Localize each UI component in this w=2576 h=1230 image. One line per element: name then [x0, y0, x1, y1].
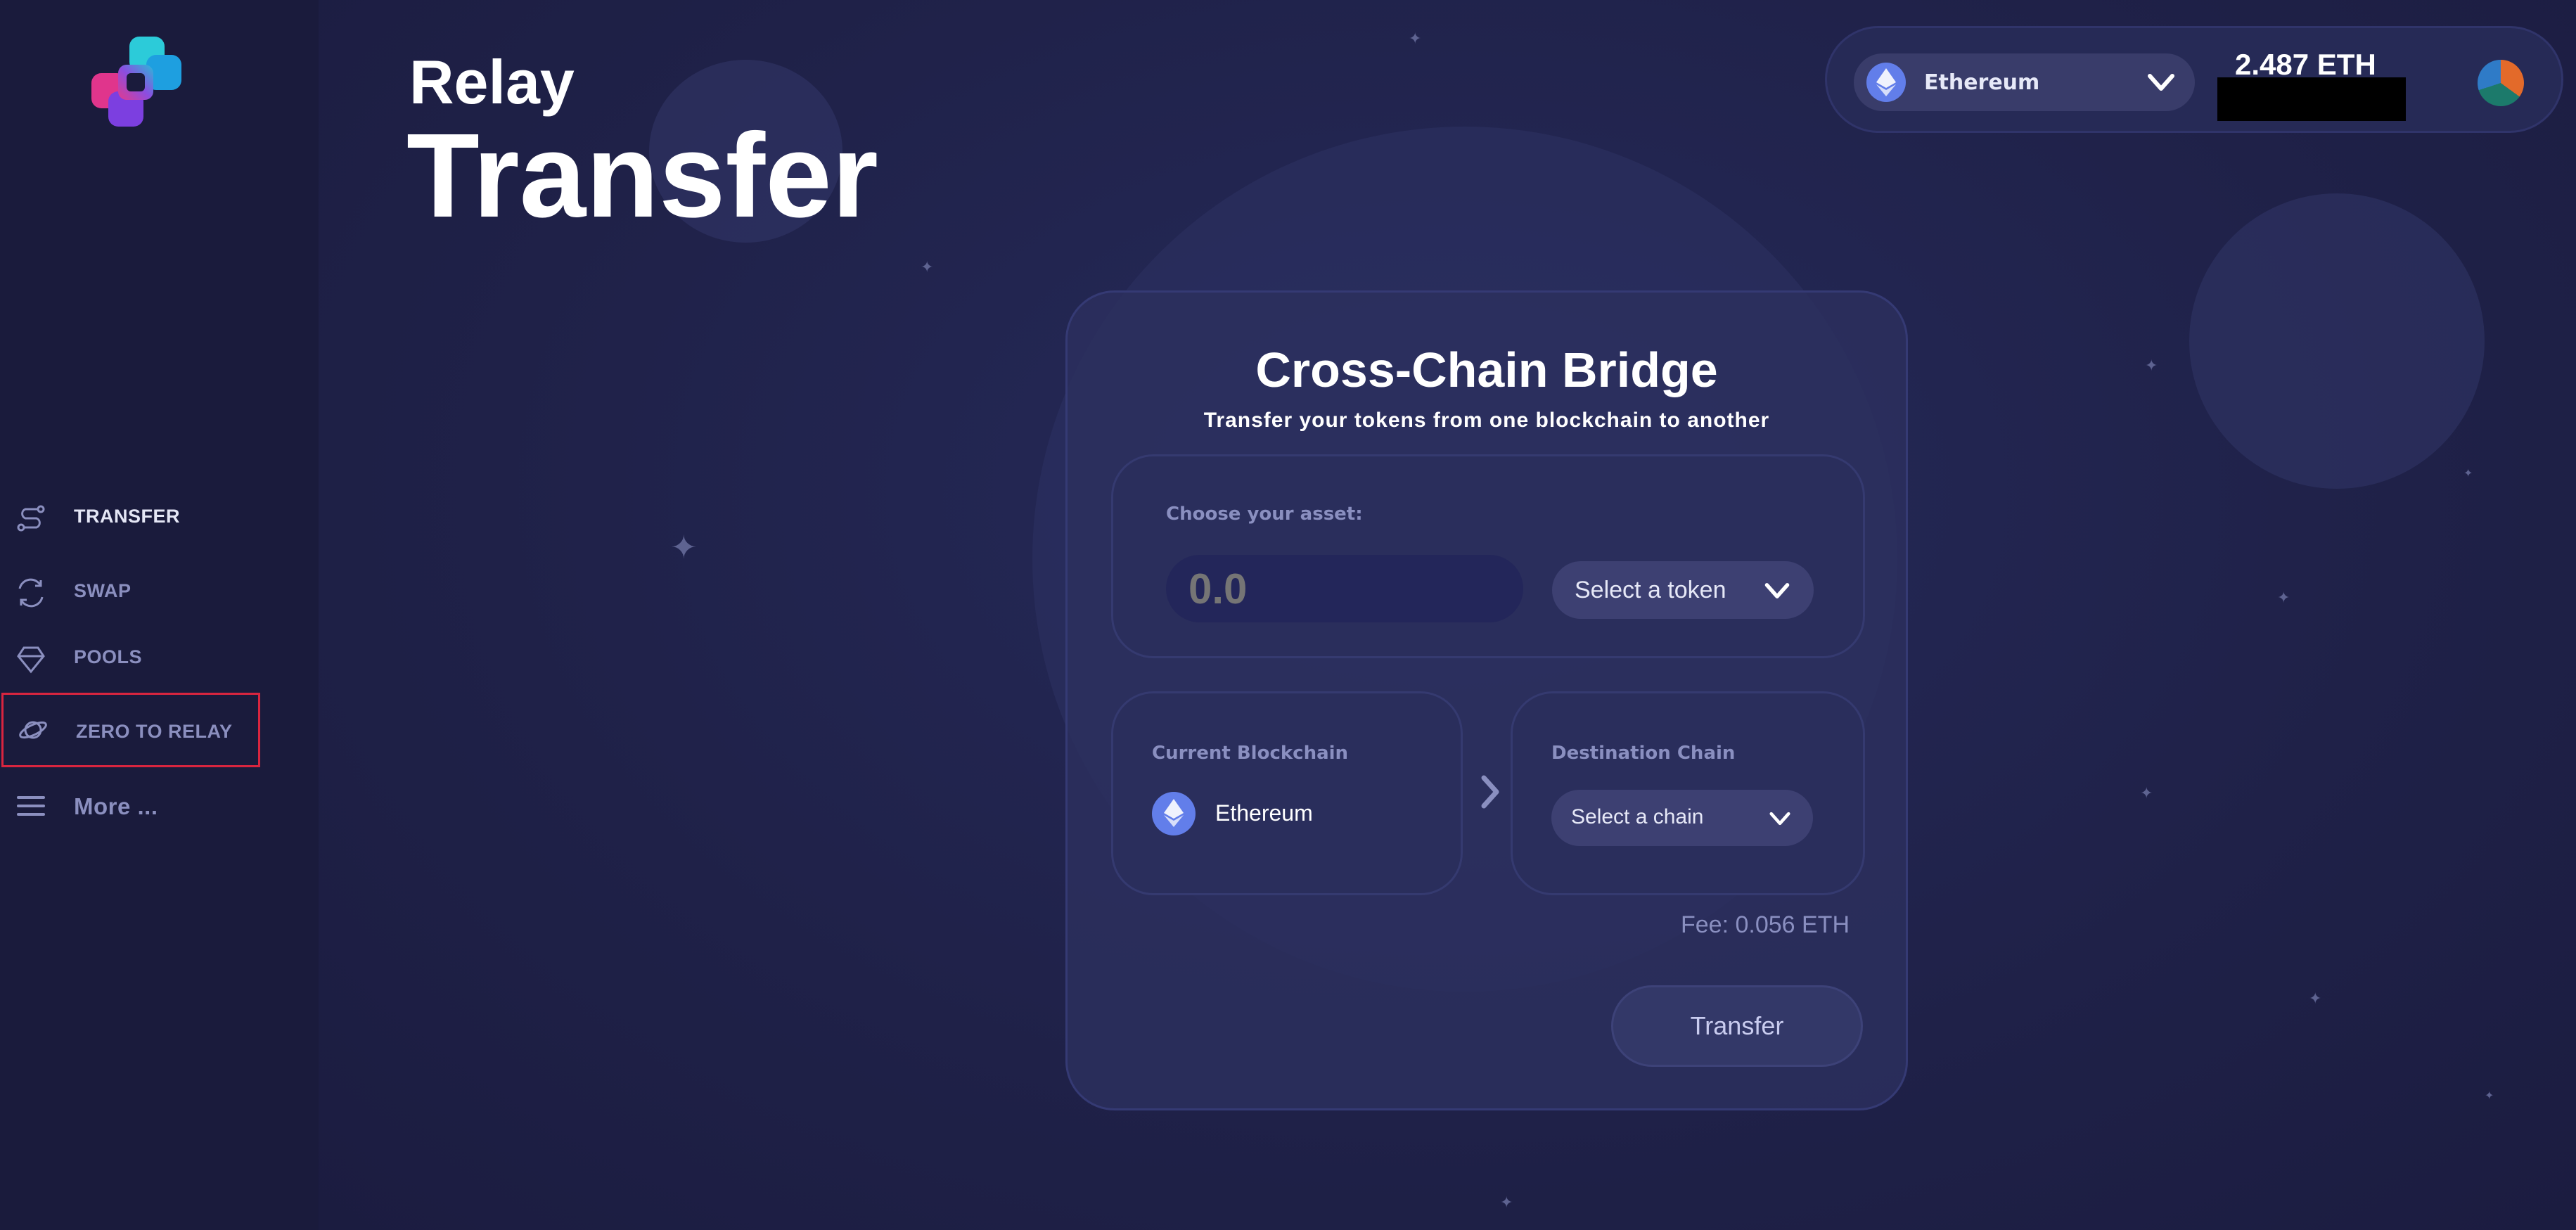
- star-icon: ✦: [2463, 466, 2473, 480]
- network-select[interactable]: Ethereum: [1854, 53, 2195, 111]
- planet-icon: [19, 721, 47, 739]
- current-chain-label: Current Blockchain: [1152, 743, 1349, 764]
- wallet-balance: 2.487 ETH: [2235, 48, 2376, 81]
- brand-title: Relay: [409, 47, 575, 117]
- sidebar-item-label: TRANSFER: [74, 506, 180, 527]
- sidebar-item-label: ZERO TO RELAY: [76, 721, 233, 742]
- page-title: Transfer: [406, 109, 878, 243]
- asset-label: Choose your asset:: [1166, 504, 1363, 525]
- ethereum-icon: [1152, 792, 1196, 835]
- bridge-subtitle: Transfer your tokens from one blockchain…: [1203, 409, 1770, 432]
- transfer-button[interactable]: Transfer: [1611, 985, 1863, 1067]
- destination-chain-label: Destination Chain: [1551, 743, 1736, 764]
- sidebar-item-zero-to-relay[interactable]: ZERO TO RELAY: [1, 693, 260, 767]
- avatar[interactable]: [2478, 60, 2524, 106]
- sidebar-item-pools[interactable]: POOLS: [0, 631, 319, 687]
- star-icon: ✦: [670, 528, 698, 566]
- background-planet-right: [2189, 193, 2485, 489]
- fee-label: Fee: 0.056 ETH: [1680, 911, 1850, 938]
- star-icon: ✦: [921, 259, 934, 276]
- chevron-down-icon: [2148, 74, 2174, 91]
- gem-icon: [17, 646, 45, 674]
- asset-panel: Choose your asset: Select a token: [1111, 454, 1865, 658]
- wallet-address-redacted: [2217, 77, 2406, 121]
- star-icon: ✦: [1409, 30, 1422, 48]
- wallet-bar: Ethereum 2.487 ETH: [1825, 26, 2563, 133]
- select-token-label: Select a token: [1575, 577, 1726, 603]
- select-chain-button[interactable]: Select a chain: [1551, 790, 1813, 846]
- sidebar-item-swap[interactable]: SWAP: [0, 565, 319, 621]
- star-icon: ✦: [2309, 990, 2322, 1008]
- menu-icon: [17, 796, 45, 816]
- star-icon: ✦: [2277, 589, 2290, 607]
- relay-logo[interactable]: [87, 34, 186, 132]
- select-chain-label: Select a chain: [1571, 805, 1704, 828]
- ethereum-icon: [1866, 63, 1906, 102]
- sidebar-item-label: POOLS: [74, 646, 143, 667]
- sidebar-item-label: More ...: [74, 793, 158, 819]
- swap-icon: [18, 578, 44, 608]
- star-icon: ✦: [1500, 1194, 1513, 1212]
- sidebar-item-transfer[interactable]: TRANSFER: [0, 490, 319, 546]
- sidebar: TRANSFER SWAP POOLS ZERO TO RELAY More .…: [0, 0, 319, 1230]
- current-chain-name: Ethereum: [1215, 800, 1313, 826]
- chevron-down-icon: [1764, 583, 1790, 598]
- bridge-title: Cross-Chain Bridge: [1255, 342, 1718, 397]
- bridge-card: Cross-Chain Bridge Transfer your tokens …: [1065, 290, 1908, 1110]
- select-token-button[interactable]: Select a token: [1552, 561, 1814, 619]
- star-icon: ✦: [2485, 1089, 2494, 1102]
- chevron-down-icon: [1769, 812, 1790, 826]
- star-icon: ✦: [2140, 785, 2153, 802]
- star-icon: ✦: [2145, 357, 2158, 375]
- route-icon: [17, 505, 45, 532]
- network-label: Ethereum: [1924, 70, 2040, 95]
- sidebar-item-label: SWAP: [74, 580, 132, 601]
- current-chain-panel: Current Blockchain Ethereum: [1111, 691, 1463, 895]
- chevron-right-icon: [1481, 775, 1499, 809]
- destination-chain-panel: Destination Chain Select a chain: [1511, 691, 1865, 895]
- sidebar-item-more[interactable]: More ...: [0, 778, 319, 834]
- amount-input[interactable]: [1166, 555, 1523, 622]
